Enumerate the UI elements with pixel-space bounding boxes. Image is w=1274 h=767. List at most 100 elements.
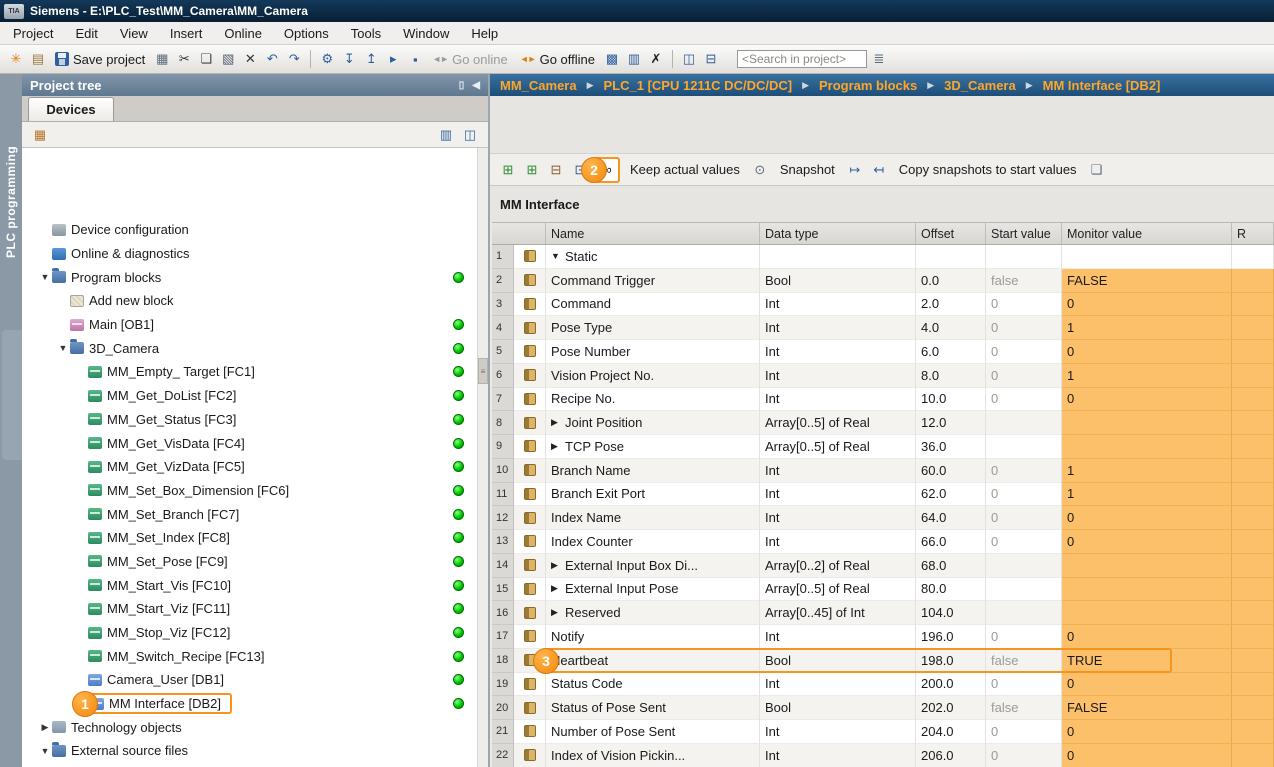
compile-icon[interactable]: ⚙	[317, 49, 337, 69]
tree-item[interactable]: MM_Start_Viz [FC11]	[22, 597, 488, 621]
go-online-button[interactable]: ◄►Go online	[427, 48, 512, 70]
table-row[interactable]: 2Command TriggerBool0.0falseFALSE	[492, 269, 1274, 293]
cell-start-value[interactable]: 0	[986, 293, 1062, 317]
cut-icon[interactable]: ✂	[174, 49, 194, 69]
cell-data-type[interactable]: Int	[760, 388, 916, 412]
tree-item[interactable]: MM_Empty_ Target [FC1]	[22, 360, 488, 384]
tree-item[interactable]: MM_Set_Branch [FC7]	[22, 502, 488, 526]
search-in-project-input[interactable]	[737, 50, 867, 68]
column-header-r[interactable]: R	[1232, 223, 1274, 244]
cell-data-type[interactable]: Bool	[760, 649, 916, 673]
menu-view[interactable]: View	[109, 26, 159, 41]
breadcrumb-item[interactable]: Program blocks	[819, 78, 917, 93]
cell-name[interactable]: ▶External Input Pose	[546, 578, 760, 602]
cell-retain[interactable]	[1232, 435, 1274, 459]
tree-item[interactable]: ▼External source files	[22, 739, 488, 763]
cell-data-type[interactable]: Array[0..45] of Int	[760, 601, 916, 625]
details-list-icon[interactable]: ▦	[30, 125, 50, 145]
cell-retain[interactable]	[1232, 483, 1274, 507]
cell-start-value[interactable]	[986, 411, 1062, 435]
cell-retain[interactable]	[1232, 316, 1274, 340]
go-offline-button[interactable]: ◄►Go offline	[515, 48, 600, 70]
tree-item[interactable]: Online & diagnostics	[22, 242, 488, 266]
tree-item[interactable]: MM_Set_Index [FC8]	[22, 526, 488, 550]
cell-data-type[interactable]: Bool	[760, 269, 916, 293]
redo-icon[interactable]: ↷	[284, 49, 304, 69]
cell-start-value[interactable]	[986, 435, 1062, 459]
list-view-icon[interactable]: ▥	[436, 125, 456, 145]
cell-data-type[interactable]: Int	[760, 483, 916, 507]
tree-item[interactable]: Camera_User [DB1]	[22, 668, 488, 692]
search-project-icon[interactable]: ≣	[869, 49, 889, 69]
cell-name[interactable]: Vision Project No.	[546, 364, 760, 388]
cell-start-value[interactable]: 0	[986, 720, 1062, 744]
cell-data-type[interactable]: Array[0..5] of Real	[760, 578, 916, 602]
tree-item[interactable]: MM_Get_VisData [FC4]	[22, 431, 488, 455]
cell-start-value[interactable]: 0	[986, 340, 1062, 364]
table-row[interactable]: 16▶ReservedArray[0..45] of Int104.0	[492, 601, 1274, 625]
menu-project[interactable]: Project	[2, 26, 64, 41]
cell-start-value[interactable]: 0	[986, 673, 1062, 697]
cell-data-type[interactable]: Int	[760, 530, 916, 554]
save-project-button[interactable]: Save project	[50, 48, 150, 70]
cell-start-value[interactable]: 0	[986, 316, 1062, 340]
table-row[interactable]: 21Number of Pose SentInt204.000	[492, 720, 1274, 744]
cell-data-type[interactable]: Int	[760, 364, 916, 388]
copy-to-start-icon[interactable]: ❏	[1087, 160, 1107, 180]
open-in-window-icon[interactable]: ◫	[460, 125, 480, 145]
expander-icon[interactable]: ▶	[551, 417, 561, 428]
tree-item[interactable]: Add new block	[22, 289, 488, 313]
cell-data-type[interactable]: Bool	[760, 696, 916, 720]
cell-retain[interactable]	[1232, 744, 1274, 767]
remove-force-icon[interactable]: ✗	[646, 49, 666, 69]
cell-retain[interactable]	[1232, 720, 1274, 744]
cell-name[interactable]: ▶Reserved	[546, 601, 760, 625]
cell-name[interactable]: ▶External Input Box Di...	[546, 554, 760, 578]
table-row[interactable]: 7Recipe No.Int10.000	[492, 388, 1274, 412]
table-row[interactable]: 1▼Static	[492, 245, 1274, 269]
cell-start-value[interactable]: 0	[986, 483, 1062, 507]
cell-name[interactable]: Index of Vision Pickin...	[546, 744, 760, 767]
cell-retain[interactable]	[1232, 269, 1274, 293]
tree-item[interactable]: MM_Get_DoList [FC2]	[22, 384, 488, 408]
cell-name[interactable]: Status of Pose Sent	[546, 696, 760, 720]
cell-retain[interactable]	[1232, 340, 1274, 364]
expander-icon[interactable]: ▼	[38, 746, 52, 756]
tab-devices[interactable]: Devices	[28, 97, 114, 121]
cell-start-value[interactable]: 0	[986, 459, 1062, 483]
add-row-icon[interactable]: ⊞	[522, 160, 542, 180]
cell-retain[interactable]	[1232, 293, 1274, 317]
cell-data-type[interactable]: Array[0..2] of Real	[760, 554, 916, 578]
cell-data-type[interactable]	[760, 245, 916, 269]
cell-retain[interactable]	[1232, 625, 1274, 649]
keep-values-lock-icon[interactable]: ⊙	[750, 160, 770, 180]
tree-item[interactable]: MM_Set_Pose [FC9]	[22, 550, 488, 574]
table-row[interactable]: 8▶Joint PositionArray[0..5] of Real12.0	[492, 411, 1274, 435]
tree-scrollbar[interactable]: ≡	[477, 148, 488, 767]
cell-retain[interactable]	[1232, 578, 1274, 602]
cell-data-type[interactable]: Int	[760, 625, 916, 649]
cell-retain[interactable]	[1232, 649, 1274, 673]
cell-start-value[interactable]: false	[986, 269, 1062, 293]
column-header-offset[interactable]: Offset	[916, 223, 986, 244]
expander-icon[interactable]: ▶	[551, 560, 561, 571]
tree-item[interactable]: MM_Switch_Recipe [FC13]	[22, 644, 488, 668]
cell-retain[interactable]	[1232, 696, 1274, 720]
cell-data-type[interactable]: Array[0..5] of Real	[760, 411, 916, 435]
cell-start-value[interactable]	[986, 578, 1062, 602]
table-row[interactable]: 9▶TCP PoseArray[0..5] of Real36.0	[492, 435, 1274, 459]
copy-snapshots-button[interactable]: Copy snapshots to start values	[899, 162, 1077, 177]
table-row[interactable]: 4Pose TypeInt4.001	[492, 316, 1274, 340]
cell-start-value[interactable]: false	[986, 696, 1062, 720]
table-row[interactable]: 22Index of Vision Pickin...Int206.000	[492, 744, 1274, 767]
start-cpu-icon[interactable]: ▸	[383, 49, 403, 69]
cell-data-type[interactable]: Int	[760, 673, 916, 697]
cell-name[interactable]: Heartbeat	[546, 649, 760, 673]
expander-icon[interactable]: ▶	[38, 722, 52, 733]
cell-name[interactable]: Index Name	[546, 506, 760, 530]
cell-retain[interactable]	[1232, 673, 1274, 697]
tree-scrollbar-thumb[interactable]: ≡	[478, 358, 488, 384]
cell-retain[interactable]	[1232, 506, 1274, 530]
cell-retain[interactable]	[1232, 388, 1274, 412]
table-row[interactable]: 20Status of Pose SentBool202.0falseFALSE	[492, 696, 1274, 720]
